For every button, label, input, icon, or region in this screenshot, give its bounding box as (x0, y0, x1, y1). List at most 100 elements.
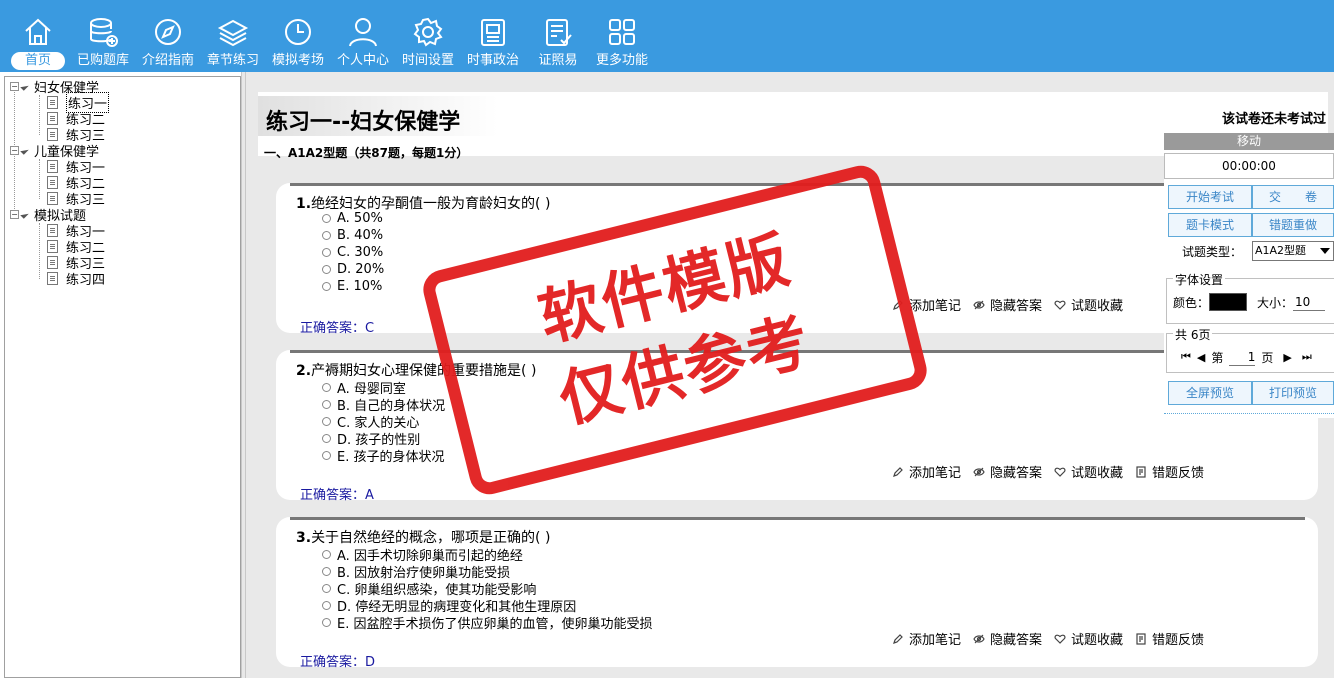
document-icon (47, 95, 58, 109)
hide-answer-button[interactable]: 隐藏答案 (973, 629, 1042, 648)
radio-button[interactable] (322, 282, 331, 291)
fullscreen-preview-button[interactable]: 全屏预览 (1168, 381, 1252, 405)
option-label: C. 30% (337, 245, 384, 260)
hide-answer-button[interactable]: 隐藏答案 (973, 295, 1042, 314)
pagination-group: 共 6页 ⏮ ◀ 第 1 页 ▶ ⏭ (1166, 326, 1334, 373)
checklist-icon (542, 16, 574, 48)
option-e[interactable]: E. 10% (322, 279, 382, 294)
page-number-input[interactable]: 1 (1229, 348, 1256, 366)
panel-bottom-border (1164, 413, 1334, 414)
eye-off-icon (973, 466, 985, 478)
pencil-icon (892, 466, 904, 478)
toolbar-certificate-button[interactable]: 证照易 (532, 0, 584, 72)
radio-button[interactable] (322, 248, 331, 257)
option-e[interactable]: E. 因盆腔手术损伤了供应卵巢的血管，使卵巢功能受损 (322, 613, 652, 632)
top-toolbar: 首页 已购题库 介绍指南 章节练习 模拟考场 个人中心 时间设置 时事政治 证照… (0, 0, 1334, 72)
question-stem: 关于自然绝经的概念，哪项是正确的( ) (311, 530, 551, 546)
eye-off-icon (973, 299, 985, 311)
radio-button[interactable] (322, 434, 331, 443)
action-label: 隐藏答案 (990, 299, 1043, 314)
toolbar-label: 时事政治 (466, 53, 519, 68)
tree-connector (39, 223, 40, 279)
option-b[interactable]: B. 40% (322, 228, 383, 243)
start-exam-button[interactable]: 开始考试 (1168, 185, 1252, 209)
section-title: 一、A1A2型题（共87题，每题1分） (264, 146, 469, 160)
radio-button[interactable] (322, 601, 331, 610)
action-label: 隐藏答案 (990, 466, 1043, 481)
home-icon (22, 16, 54, 48)
radio-button[interactable] (322, 451, 331, 460)
option-label: A. 50% (337, 211, 383, 226)
toolbar-guide-button[interactable]: 介绍指南 (137, 0, 199, 72)
gear-icon (412, 16, 444, 48)
radio-button[interactable] (322, 400, 331, 409)
submit-paper-button[interactable]: 交 卷 (1252, 185, 1334, 209)
action-label: 试题收藏 (1071, 299, 1124, 314)
toolbar-label: 首页 (10, 52, 65, 70)
radio-button[interactable] (322, 584, 331, 593)
card-mode-button[interactable]: 题卡模式 (1168, 213, 1252, 237)
radio-button[interactable] (322, 550, 331, 559)
heart-icon (1054, 466, 1066, 478)
favorite-button[interactable]: 试题收藏 (1054, 295, 1123, 314)
tree-item[interactable]: 练习四 (47, 270, 105, 288)
collapse-icon[interactable]: − (10, 209, 19, 219)
option-c[interactable]: C. 30% (322, 245, 383, 260)
toolbar-purchased-bank-button[interactable]: 已购题库 (72, 0, 134, 72)
color-picker[interactable] (1209, 293, 1247, 311)
feedback-button[interactable]: 错题反馈 (1135, 462, 1204, 481)
option-e[interactable]: E. 孩子的身体状况 (322, 446, 444, 465)
radio-button[interactable] (322, 265, 331, 274)
favorite-button[interactable]: 试题收藏 (1054, 462, 1123, 481)
print-preview-button[interactable]: 打印预览 (1252, 381, 1334, 405)
radio-button[interactable] (322, 618, 331, 627)
hide-answer-button[interactable]: 隐藏答案 (973, 462, 1042, 481)
grid-icon (606, 16, 638, 48)
toolbar-mock-exam-button[interactable]: 模拟考场 (267, 0, 329, 72)
toolbar-label: 时间设置 (401, 53, 454, 68)
feedback-icon (1135, 632, 1147, 645)
question-type-select[interactable]: A1A2型题 (1252, 241, 1334, 261)
radio-button[interactable] (322, 417, 331, 426)
radio-button[interactable] (322, 383, 331, 392)
action-label: 错题反馈 (1152, 466, 1205, 481)
user-icon (347, 16, 379, 48)
prev-page-icon[interactable]: ◀ (1197, 351, 1205, 364)
option-a[interactable]: A. 50% (322, 211, 383, 226)
toolbar-personal-center-button[interactable]: 个人中心 (332, 0, 394, 72)
next-page-icon[interactable]: ▶ (1283, 351, 1291, 364)
expanded-arrow-icon (20, 209, 29, 219)
document-icon (47, 159, 58, 173)
exam-timer: 00:00:00 (1164, 153, 1334, 179)
favorite-button[interactable]: 试题收藏 (1054, 629, 1123, 648)
add-note-button[interactable]: 添加笔记 (892, 462, 961, 481)
question-number: 1. (296, 196, 312, 212)
action-label: 隐藏答案 (990, 633, 1043, 648)
page-suffix: 页 (1261, 350, 1274, 365)
question-stem: 产褥期妇女心理保健的重要措施是( ) (311, 363, 537, 379)
first-page-icon[interactable]: ⏮ (1181, 350, 1191, 364)
toolbar-more-button[interactable]: 更多功能 (591, 0, 653, 72)
radio-button[interactable] (322, 214, 331, 223)
correct-answer: 正确答案：A (300, 488, 374, 503)
add-note-button[interactable]: 添加笔记 (892, 629, 961, 648)
toolbar-home-button[interactable]: 首页 (10, 0, 66, 72)
toolbar-time-settings-button[interactable]: 时间设置 (397, 0, 459, 72)
font-size-input[interactable]: 10 (1293, 293, 1325, 311)
question-stem: 绝经妇女的孕酮值一般为育龄妇女的( ) (311, 196, 551, 212)
feedback-button[interactable]: 错题反馈 (1135, 629, 1204, 648)
add-note-button[interactable]: 添加笔记 (892, 295, 961, 314)
collapse-icon[interactable]: − (10, 145, 19, 155)
toolbar-current-affairs-button[interactable]: 时事政治 (462, 0, 524, 72)
panel-drag-handle[interactable]: 移动 (1164, 133, 1334, 150)
radio-button[interactable] (322, 567, 331, 576)
option-d[interactable]: D. 20% (322, 262, 384, 277)
radio-button[interactable] (322, 231, 331, 240)
option-label: D. 20% (337, 262, 385, 277)
toolbar-label: 模拟考场 (271, 53, 324, 68)
last-page-icon[interactable]: ⏭ (1302, 350, 1312, 364)
toolbar-chapter-practice-button[interactable]: 章节练习 (202, 0, 264, 72)
collapse-icon[interactable]: − (10, 81, 19, 91)
document-icon (47, 271, 58, 285)
redo-wrong-button[interactable]: 错题重做 (1252, 213, 1334, 237)
